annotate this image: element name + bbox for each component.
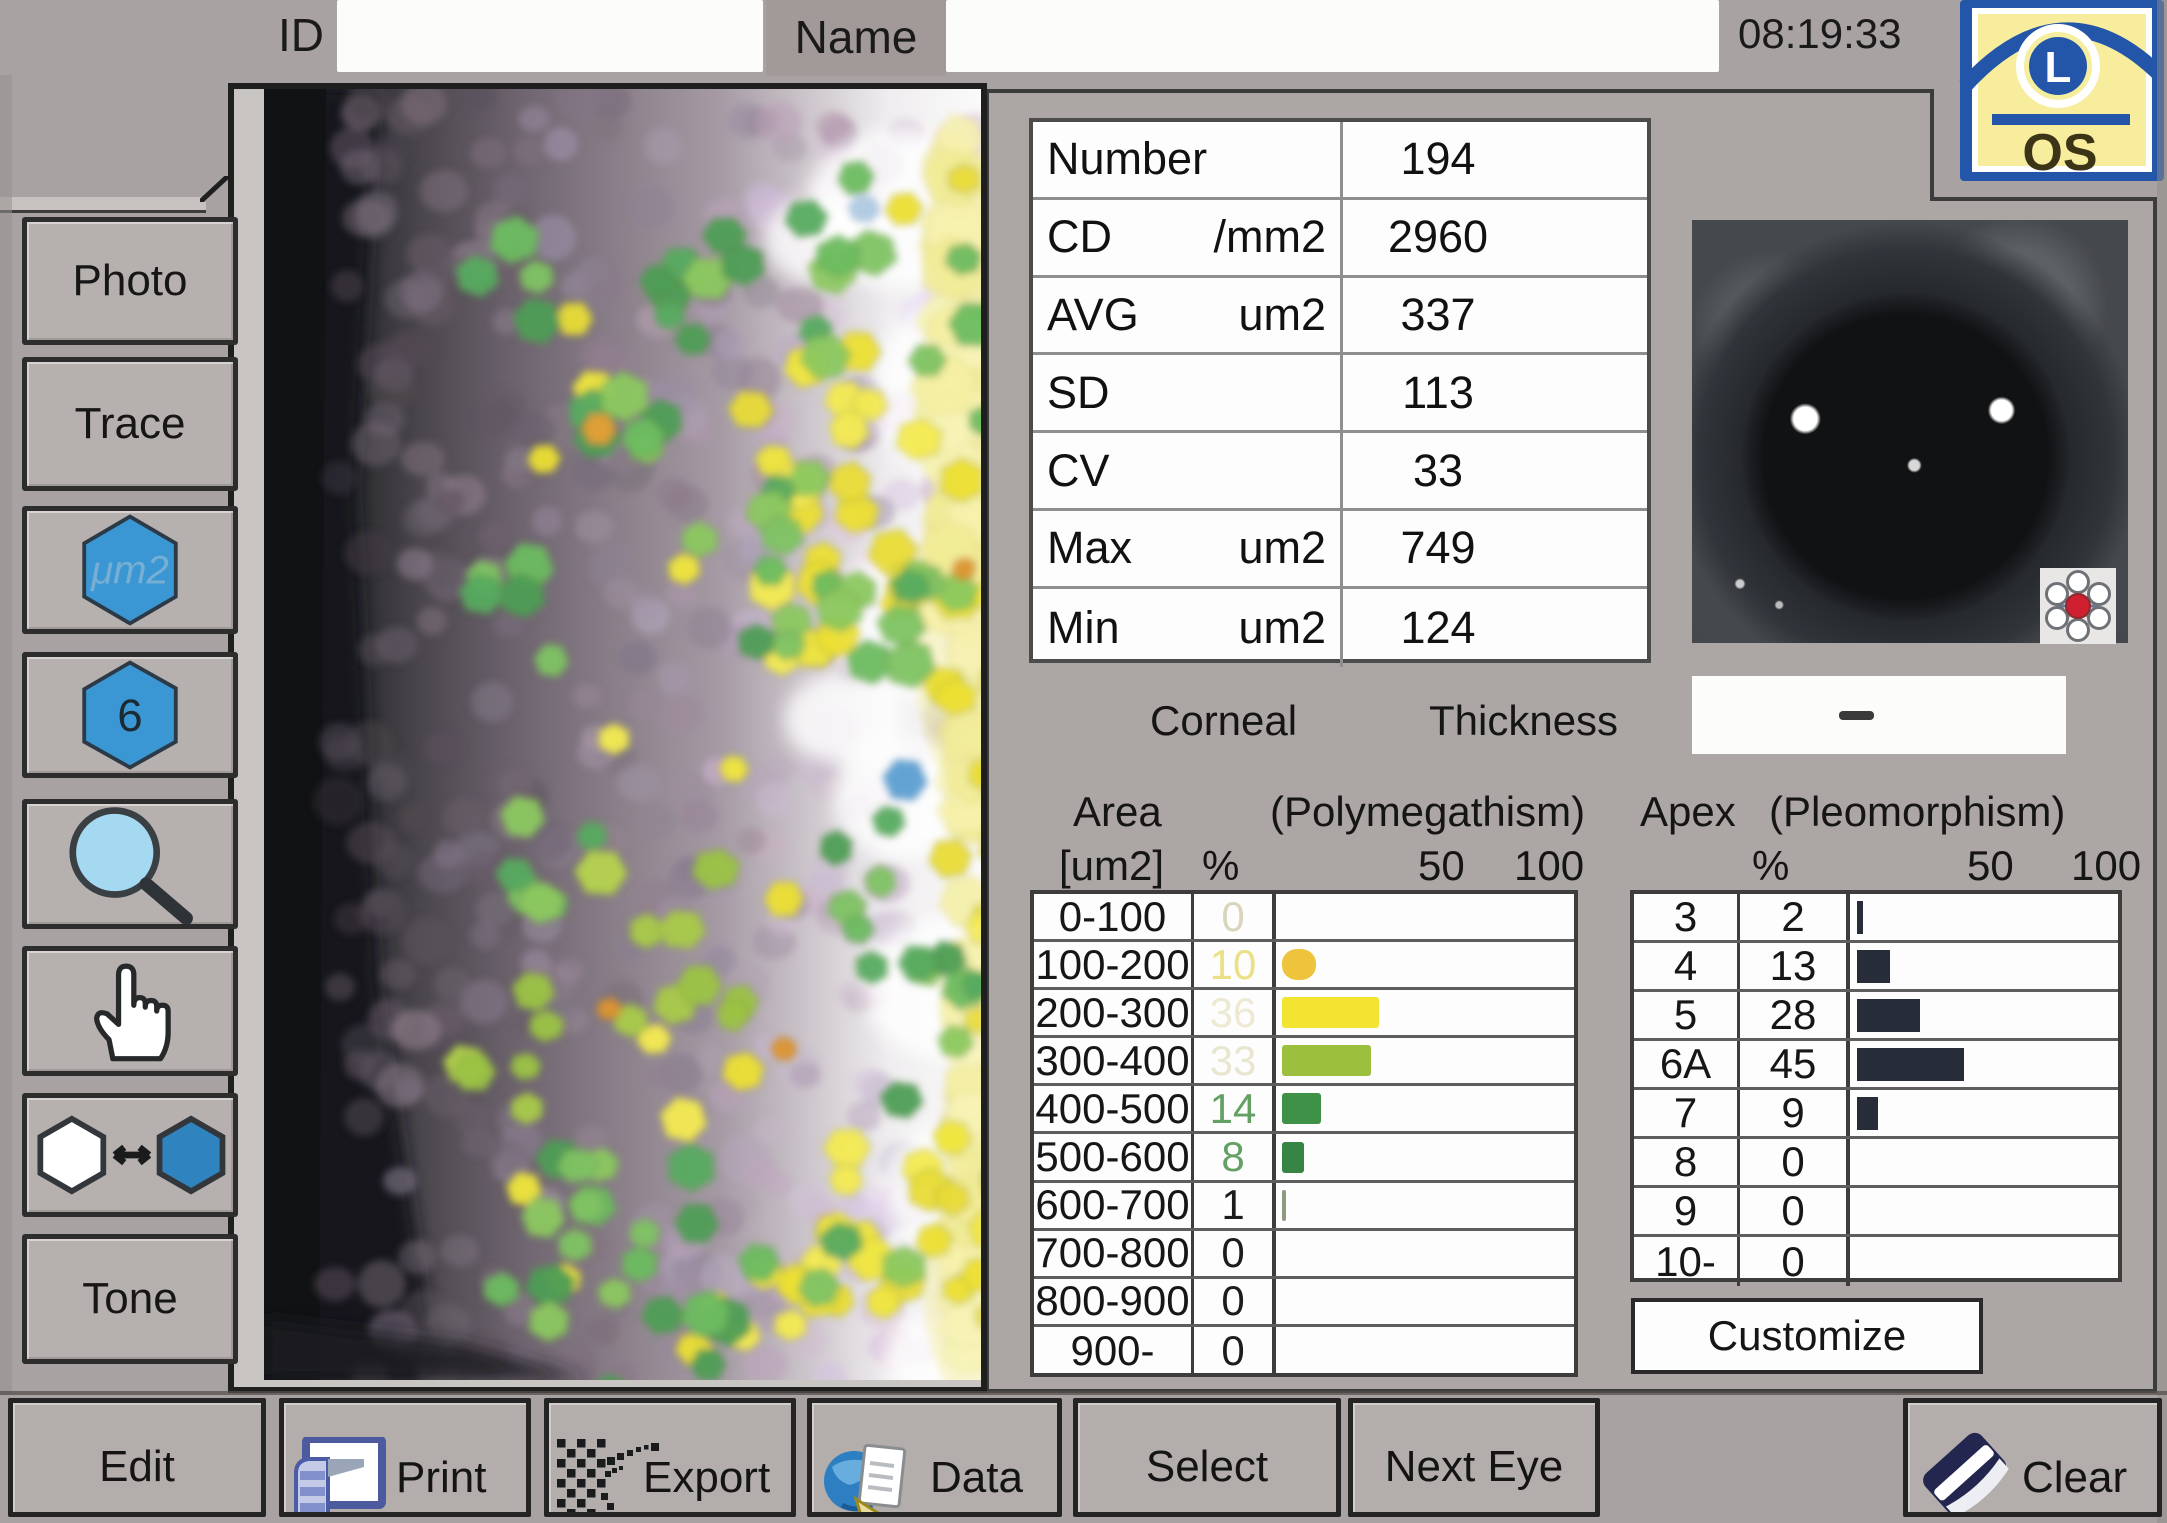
svg-text:μm2: μm2 — [90, 548, 169, 592]
svg-text:6: 6 — [117, 690, 142, 741]
